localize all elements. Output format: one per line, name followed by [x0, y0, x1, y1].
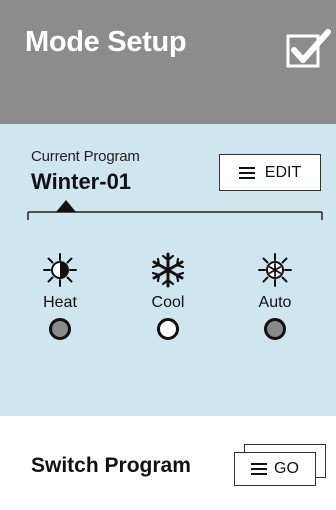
- sun-snowflake-icon: [43, 253, 77, 287]
- mode-slider-track[interactable]: [25, 198, 325, 222]
- mode-heat-label: Heat: [43, 294, 77, 311]
- go-button-face: GO: [234, 452, 316, 486]
- mode-setup-screen: Mode Setup Current Program Winter-01 EDI…: [0, 0, 336, 510]
- mode-heat[interactable]: Heat: [25, 252, 95, 342]
- mode-cool-radio[interactable]: [157, 318, 179, 340]
- mode-slider-pointer-icon: [56, 200, 76, 212]
- footer-bar: Switch Program GO: [0, 416, 336, 510]
- go-label: GO: [274, 460, 299, 477]
- edit-button[interactable]: EDIT: [219, 154, 321, 191]
- menu-lines-icon: [251, 463, 268, 475]
- program-panel: Current Program Winter-01 EDIT Heat Cool…: [0, 124, 336, 416]
- mode-cool-label: Cool: [151, 294, 185, 311]
- header-bar: Mode Setup: [0, 0, 336, 124]
- mode-cool[interactable]: Cool: [133, 252, 203, 342]
- mode-auto-radio[interactable]: [264, 318, 286, 340]
- mode-heat-radio[interactable]: [49, 318, 71, 340]
- snowflake-icon: [151, 252, 185, 288]
- checkbox-check-icon[interactable]: [286, 28, 332, 70]
- mode-auto-label: Auto: [258, 294, 292, 311]
- menu-lines-icon: [238, 166, 255, 179]
- page-title: Mode Setup: [25, 26, 187, 58]
- edit-label: EDIT: [264, 163, 302, 181]
- current-program-label: Current Program: [31, 148, 140, 165]
- current-program-name: Winter-01: [31, 169, 132, 194]
- sun-snowflake-auto-icon: [258, 253, 292, 287]
- mode-auto[interactable]: Auto: [240, 252, 310, 342]
- switch-program-label: Switch Program: [31, 454, 191, 477]
- go-button[interactable]: GO: [234, 444, 328, 488]
